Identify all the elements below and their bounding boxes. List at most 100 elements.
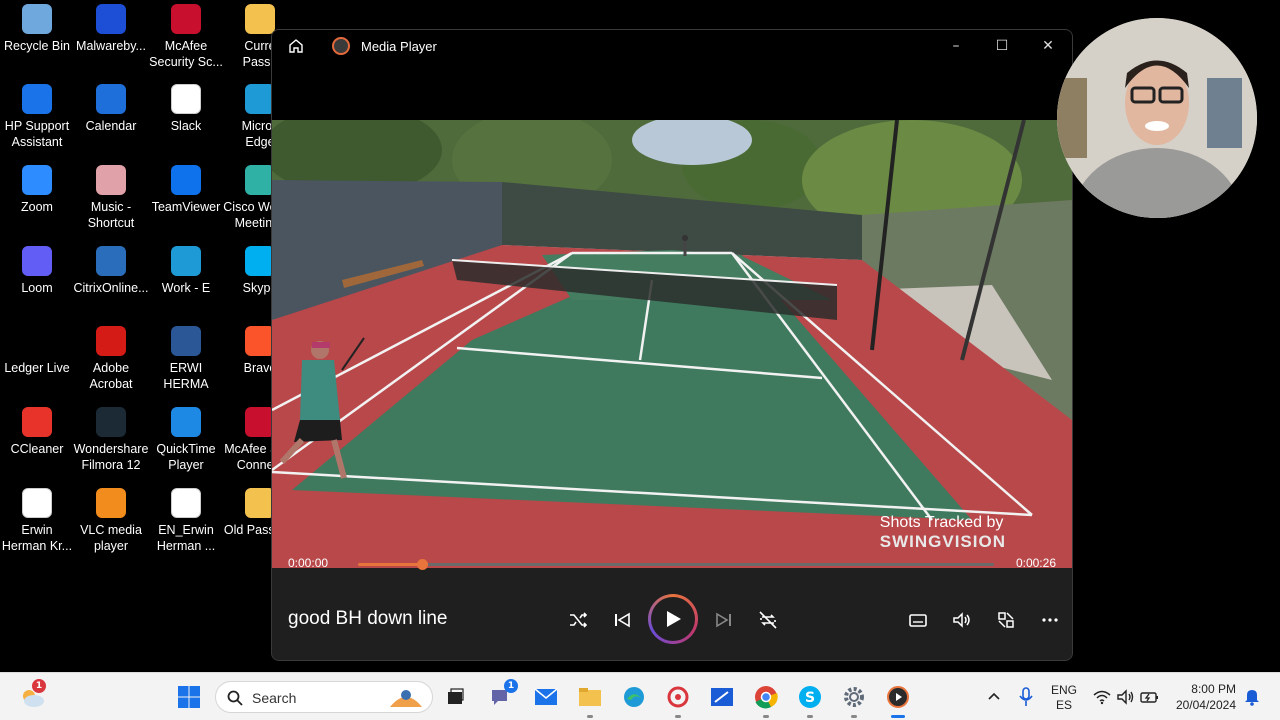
play-button[interactable] (648, 594, 698, 644)
media-player-icon (887, 686, 909, 708)
desktop-icon-label: Erwin Herman Kr... (1, 523, 73, 553)
language-indicator[interactable]: ENG ES (1044, 683, 1084, 713)
start-button[interactable] (175, 683, 203, 711)
close-button[interactable]: ✕ (1040, 38, 1056, 54)
desktop-icon[interactable]: Ledger Live (0, 326, 75, 376)
desktop-icon[interactable]: Work - E (148, 246, 224, 296)
running-indicator (675, 715, 681, 718)
keyboard-layout: ES (1055, 698, 1072, 712)
desktop-icon[interactable]: Erwin Herman Kr... (0, 488, 75, 554)
quicktime-icon (171, 407, 201, 437)
citrix-icon (96, 246, 126, 276)
title-bar[interactable]: Media Player – ☐ ✕ (272, 30, 1072, 62)
swingvision-watermark: Shots Tracked by SWINGVISION (880, 514, 1006, 552)
previous-icon[interactable] (610, 608, 634, 632)
vlc-icon (96, 488, 126, 518)
word-icon (171, 326, 201, 356)
teamviewer-icon (171, 165, 201, 195)
desktop-icon[interactable]: VLC media player (73, 488, 149, 554)
desktop: Recycle Bin Malwareby... McAfee Security S… (0, 0, 1280, 672)
acrobat-icon (96, 326, 126, 356)
desktop-icon[interactable]: Wondershare Filmora 12 (73, 407, 149, 473)
taskbar-teams[interactable]: 1 (487, 679, 518, 711)
search-highlight-icon (390, 690, 422, 707)
more-options-icon[interactable] (1038, 608, 1062, 632)
seek-bar[interactable]: 0:00:00 0:00:26 (272, 548, 1072, 578)
desktop-icon[interactable]: HP Support Assistant (0, 84, 75, 150)
taskbar-chrome[interactable] (752, 683, 780, 718)
language-code: ENG (1050, 683, 1077, 697)
desktop-icon-label: McAfee Security Sc... (149, 39, 223, 69)
next-icon[interactable] (712, 608, 736, 632)
current-time: 0:00:00 (288, 556, 329, 570)
taskbar-skype[interactable]: S (796, 683, 824, 718)
desktop-icon[interactable]: CCleaner (0, 407, 75, 457)
clock[interactable]: 8:00 PM 20/04/2024 (1174, 681, 1236, 713)
bell-icon (1245, 690, 1259, 706)
desktop-icon-label: CitrixOnline... (73, 281, 149, 295)
taskbar-task-view[interactable] (441, 683, 469, 711)
mcafee-icon (171, 4, 201, 34)
progress-thumb[interactable] (416, 559, 428, 570)
battery-status[interactable] (1136, 683, 1164, 711)
desktop-icon[interactable]: Music - Shortcut (73, 165, 149, 231)
desktop-icon-label: Music - Shortcut (87, 200, 135, 230)
weather-widget[interactable]: 1 (18, 679, 46, 711)
app-icon (667, 686, 689, 708)
desktop-icon[interactable]: TeamViewer (148, 165, 224, 215)
maximize-button[interactable]: ☐ (994, 38, 1010, 54)
file-explorer-icon (579, 688, 601, 706)
media-player-window[interactable]: Media Player – ☐ ✕ Shots Tracked by SWIN… (271, 29, 1073, 661)
desktop-icon[interactable]: Recycle Bin (0, 4, 75, 54)
progress-track[interactable] (358, 559, 994, 570)
chat-badge: 1 (504, 679, 518, 693)
desktop-icon[interactable]: QuickTime Player (148, 407, 224, 473)
desktop-icon[interactable]: Slack (148, 84, 224, 134)
taskbar-file-explorer[interactable] (576, 683, 604, 718)
calendar-icon (96, 84, 126, 114)
webcam-overlay (1057, 18, 1257, 218)
desktop-icon[interactable]: Calendar (73, 84, 149, 134)
mini-player-icon[interactable] (994, 608, 1018, 632)
desktop-icon[interactable]: EN_Erwin Herman ... (148, 488, 224, 554)
edge-icon (171, 246, 201, 276)
desktop-icon[interactable]: McAfee Security Sc... (148, 4, 224, 70)
desktop-icon[interactable]: CitrixOnline... (73, 246, 149, 296)
taskbar-media-player[interactable] (884, 683, 912, 718)
desktop-icon[interactable]: Adobe Acrobat (73, 326, 149, 392)
desktop-icon[interactable]: Zoom (0, 165, 75, 215)
taskbar-app-red[interactable] (664, 683, 692, 718)
volume-icon[interactable] (950, 608, 974, 632)
desktop-icon-label: EN_Erwin Herman ... (156, 523, 216, 553)
minimize-button[interactable]: – (948, 38, 964, 54)
play-icon (667, 611, 681, 627)
notifications-button[interactable] (1238, 683, 1266, 711)
duration-time: 0:00:26 (1015, 556, 1056, 570)
taskbar-settings[interactable] (840, 683, 868, 718)
microphone-button[interactable] (1012, 683, 1040, 711)
taskbar-search[interactable]: Search (215, 681, 433, 713)
video-area[interactable]: Shots Tracked by SWINGVISION (272, 62, 1072, 568)
desktop-icon-label: Calendar (85, 119, 137, 133)
desktop-icon-label: TeamViewer (151, 200, 221, 214)
home-icon[interactable] (287, 37, 305, 55)
battery-charging-icon (1140, 692, 1158, 703)
taskbar-edge[interactable] (620, 683, 648, 711)
folder-icon (245, 4, 275, 34)
taskbar-snipping[interactable] (708, 683, 736, 711)
desktop-icon[interactable]: Malwareby... (73, 4, 149, 54)
captions-icon[interactable] (906, 608, 930, 632)
taskbar: 1 Search 1 S ENG ES 8:00 PM 20/04/2024 (0, 672, 1280, 720)
desktop-icon-label: ERWI HERMA (163, 361, 209, 391)
loom-icon (22, 246, 52, 276)
pdf-icon (171, 488, 201, 518)
show-hidden-icons-button[interactable] (980, 683, 1008, 711)
desktop-icon[interactable]: Loom (0, 246, 75, 296)
shuffle-icon[interactable] (566, 608, 590, 632)
chevron-up-icon (988, 692, 1000, 700)
repeat-off-icon[interactable] (756, 608, 780, 632)
desktop-icon[interactable]: ERWI HERMA (148, 326, 224, 392)
desktop-icon-label: Adobe Acrobat (89, 361, 133, 391)
taskbar-mail[interactable] (532, 683, 560, 711)
media-title: good BH down line (288, 608, 448, 629)
